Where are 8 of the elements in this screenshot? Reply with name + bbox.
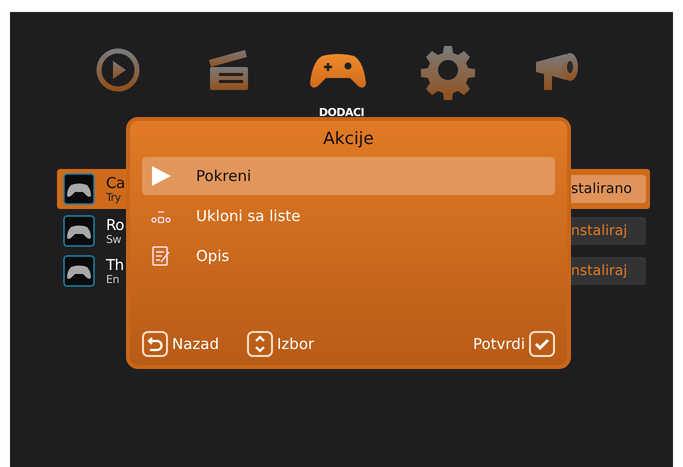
dialog-title: Akcije xyxy=(322,129,375,149)
addon-subtitle: En xyxy=(106,274,119,284)
addon-subtitle: Sw xyxy=(106,234,121,244)
addon-subtitle: Try xyxy=(106,192,121,202)
section-title: DODACI xyxy=(318,106,364,119)
addon-title: Th xyxy=(106,258,124,272)
addon-title: Ca xyxy=(106,176,125,190)
addon-title: Ro xyxy=(106,218,124,232)
